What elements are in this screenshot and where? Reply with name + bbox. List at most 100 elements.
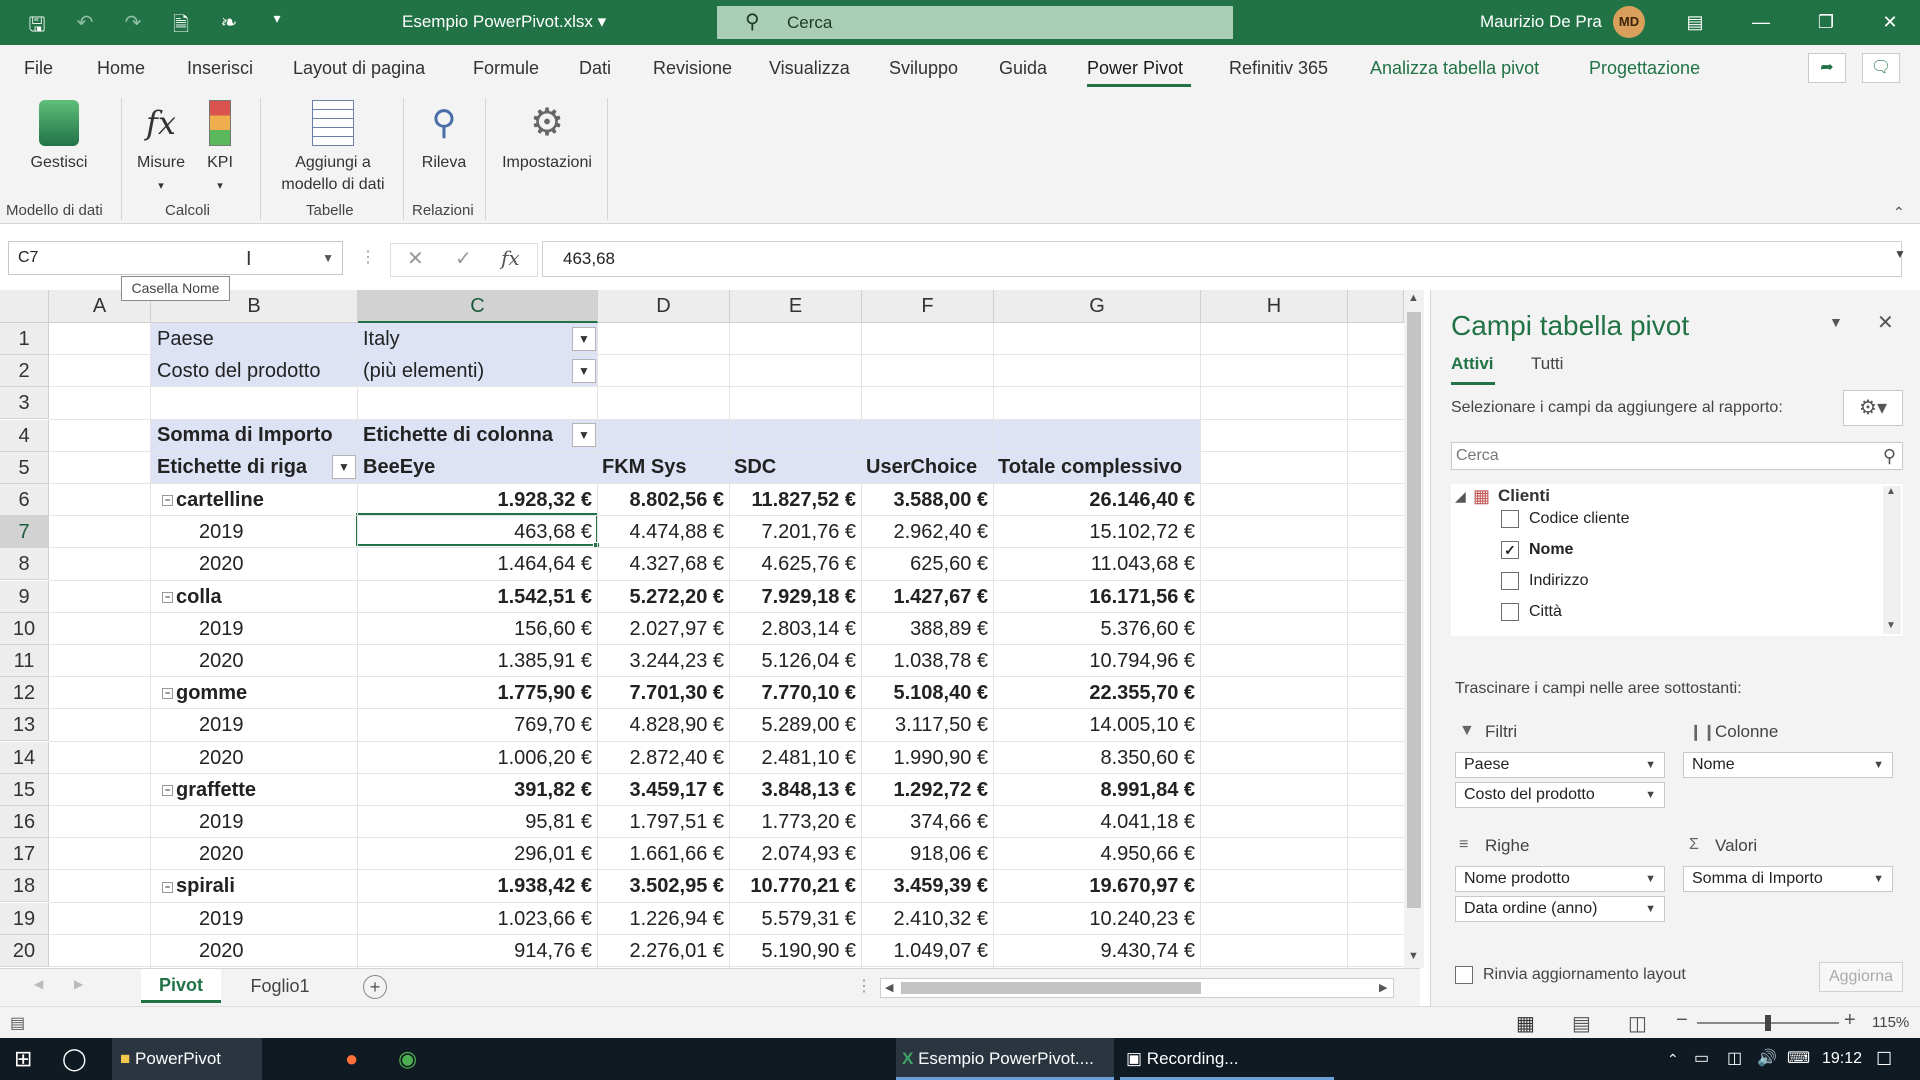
measures-button[interactable]: fx Misure ▾ [130,100,192,197]
pivot-value-cell[interactable]: 10.240,23 € [994,903,1195,935]
row-filter-dropdown-icon[interactable]: ▼ [332,455,356,479]
table-name-clienti[interactable]: Clienti [1498,486,1550,506]
pivot-value-cell[interactable]: 2.962,40 € [862,516,988,548]
select-all-corner[interactable] [0,290,49,323]
pivot-value-cell[interactable]: 2.803,14 € [730,613,856,645]
zoom-in-icon[interactable]: + [1844,1009,1856,1032]
pivot-value-cell[interactable]: 1.464,64 € [358,548,592,580]
pivot-value-cell[interactable]: 95,81 € [358,806,592,838]
row-header[interactable]: 3 [0,387,49,420]
pivot-value-cell[interactable]: 1.292,72 € [862,774,988,806]
pivot-value-cell[interactable]: 3.459,39 € [862,870,988,902]
pivot-value-cell[interactable]: 5.108,40 € [862,677,988,709]
pivot-value-cell[interactable]: 7.201,76 € [730,516,856,548]
pivot-value-cell[interactable]: 374,66 € [862,806,988,838]
detect-button[interactable]: ⚲ Rileva [410,100,478,174]
pivot-value-cell[interactable]: 296,01 € [358,838,592,870]
scroll-down-icon[interactable]: ▼ [1408,950,1419,962]
pivot-year-label[interactable]: 2020 [199,742,244,774]
pivot-value-cell[interactable]: 1.990,90 € [862,742,988,774]
pivot-value-cell[interactable]: 1.938,42 € [358,870,592,902]
page-break-view-icon[interactable]: ◫ [1628,1011,1647,1036]
chrome-icon[interactable]: ◉ [398,1038,417,1080]
tab-help[interactable]: Guida [999,58,1047,79]
cancel-icon[interactable]: ✕ [407,246,424,271]
enter-icon[interactable]: ✓ [455,246,472,271]
update-button[interactable]: Aggiorna [1819,962,1903,992]
add-sheet-icon[interactable]: + [363,975,387,999]
pivot-value-cell[interactable]: 1.049,07 € [862,935,988,967]
collapse-button-icon[interactable]: − [162,881,173,893]
ribbon-display-icon[interactable]: ▤ [1675,6,1715,38]
checkbox[interactable] [1501,510,1519,528]
pivot-group-label[interactable]: − colla [162,581,222,613]
value-field-sum[interactable]: Somma di Importo ▼ [1683,866,1893,892]
col-header-e[interactable]: E [730,290,862,323]
pivot-value-cell[interactable]: 1.542,51 € [358,581,592,613]
tab-data[interactable]: Dati [579,58,611,79]
search-box[interactable]: ⚲ Cerca [717,6,1233,39]
col-header-h[interactable]: H [1201,290,1348,323]
tab-review[interactable]: Revisione [653,58,732,79]
pivot-value-cell[interactable]: 3.459,17 € [598,774,724,806]
pivot-value-cell[interactable]: 1.023,66 € [358,903,592,935]
minimize-icon[interactable]: — [1741,6,1781,38]
manage-button[interactable]: Gestisci [18,100,100,174]
row-field-product[interactable]: Nome prodotto ▼ [1455,866,1665,892]
scroll-down-icon[interactable]: ▼ [1886,620,1896,631]
tab-developer[interactable]: Sviluppo [889,58,958,79]
vertical-scrollbar[interactable]: ▲ ▼ [1404,290,1424,968]
pivot-value-cell[interactable]: 3.117,50 € [862,709,988,741]
field-item[interactable]: Indirizzo [1501,572,1589,590]
tab-insert[interactable]: Inserisci [187,58,253,79]
row-header[interactable]: 2 [0,355,49,388]
row-header[interactable]: 8 [0,548,49,581]
close-icon[interactable]: ✕ [1870,6,1910,38]
collapse-button-icon[interactable]: − [162,785,173,797]
row-header[interactable]: 12 [0,677,49,710]
close-icon[interactable]: ✕ [1877,310,1894,335]
row-header[interactable]: 20 [0,934,49,967]
filter-icon[interactable]: ▼ [572,327,596,351]
tab-analyze-pivot[interactable]: Analizza tabella pivot [1370,58,1539,79]
pivot-value-cell[interactable]: 8.350,60 € [994,742,1195,774]
defer-layout[interactable]: Rinvia aggiornamento layout [1455,966,1686,984]
pivot-group-label[interactable]: − graffette [162,774,256,806]
battery-icon[interactable]: ▭ [1694,1038,1709,1080]
gear-icon[interactable]: ⚙▾ [1843,390,1903,426]
row-header[interactable]: 1 [0,323,49,355]
pane-options-icon[interactable]: ▼ [1829,314,1843,330]
pivot-value-cell[interactable]: 4.625,76 € [730,548,856,580]
zoom-out-icon[interactable]: − [1676,1009,1688,1032]
hscroll-thumb[interactable] [901,982,1201,994]
collapse-icon[interactable]: ◢ [1455,488,1466,505]
row-header[interactable]: 9 [0,580,49,613]
checkbox[interactable] [1455,966,1473,984]
pivot-value-cell[interactable]: 1.797,51 € [598,806,724,838]
pivot-value-cell[interactable]: 7.770,10 € [730,677,856,709]
firefox-icon[interactable]: ● [345,1038,358,1080]
pivot-year-label[interactable]: 2019 [199,806,244,838]
pivot-value-cell[interactable]: 1.661,66 € [598,838,724,870]
scroll-thumb[interactable] [1407,312,1421,908]
field-item[interactable]: Codice cliente [1501,510,1630,528]
formula-input[interactable]: 463,68 [542,241,1902,277]
tray-expand-icon[interactable]: ⌃ [1667,1038,1679,1080]
sheet-tab-pivot[interactable]: Pivot [141,969,221,1003]
pivot-value-cell[interactable]: 2.481,10 € [730,742,856,774]
row-header[interactable]: 18 [0,870,49,903]
pivot-year-label[interactable]: 2020 [199,838,244,870]
row-header[interactable]: 11 [0,645,49,677]
cortana-icon[interactable]: ◯ [62,1038,87,1080]
pivot-value-cell[interactable]: 2.276,01 € [598,935,724,967]
pivot-group-label[interactable]: − gomme [162,677,247,709]
taskbar-item-excel[interactable]: X Esempio PowerPivot.... [896,1038,1114,1080]
col-header-g[interactable]: G [994,290,1201,323]
pivot-value-cell[interactable]: 19.670,97 € [994,870,1195,902]
name-box[interactable]: C7 ▼ [8,241,343,275]
pivot-value-cell[interactable]: 2.872,40 € [598,742,724,774]
tab-file[interactable]: File [24,58,53,79]
tab-power-pivot[interactable]: Power Pivot [1087,58,1183,79]
pivot-value-cell[interactable]: 5.579,31 € [730,903,856,935]
tab-attivi[interactable]: Attivi [1451,354,1494,374]
